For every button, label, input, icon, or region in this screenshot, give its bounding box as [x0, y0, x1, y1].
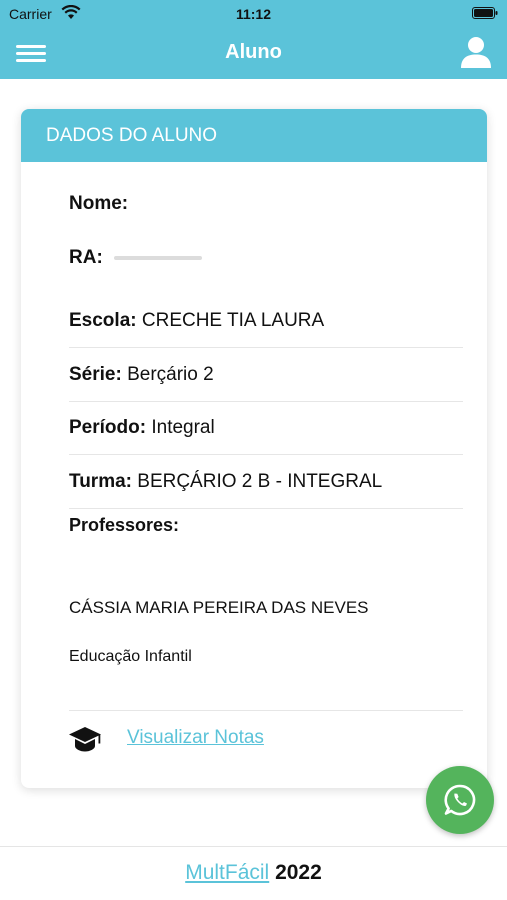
- footer-divider: [0, 846, 507, 847]
- multfacil-link[interactable]: MultFácil: [185, 861, 269, 884]
- periodo-label: Período:: [69, 417, 147, 438]
- turma-label: Turma:: [69, 471, 132, 492]
- whatsapp-button[interactable]: [426, 766, 494, 834]
- card-header: DADOS DO ALUNO: [21, 109, 487, 162]
- footer: MultFácil 2022: [0, 861, 507, 885]
- battery-icon: [472, 7, 498, 19]
- turma-value: BERÇÁRIO 2 B - INTEGRAL: [137, 471, 383, 492]
- serie-field: Série: Berçário 2: [69, 364, 463, 386]
- graduation-cap-icon: [69, 727, 101, 752]
- ra-field: RA:: [69, 247, 463, 269]
- escola-field: Escola: CRECHE TIA LAURA: [69, 310, 463, 332]
- professores-heading: Professores:: [69, 515, 463, 536]
- status-bar: Carrier 11:12: [0, 0, 507, 28]
- professor-name: CÁSSIA MARIA PEREIRA DAS NEVES: [69, 598, 369, 617]
- divider: [69, 347, 463, 348]
- nome-label: Nome:: [69, 193, 129, 214]
- periodo-value: Integral: [151, 417, 215, 438]
- divider: [69, 454, 463, 455]
- whatsapp-icon: [444, 784, 476, 816]
- serie-label: Série:: [69, 364, 122, 385]
- professor-area: Educação Infantil: [69, 648, 192, 665]
- turma-field: Turma: BERÇÁRIO 2 B - INTEGRAL: [69, 471, 463, 493]
- footer-year: 2022: [275, 861, 322, 884]
- ra-label: RA:: [69, 247, 103, 268]
- periodo-field: Período: Integral: [69, 417, 463, 439]
- divider: [69, 508, 463, 509]
- nome-field: Nome:: [69, 193, 463, 215]
- serie-value: Berçário 2: [127, 364, 214, 385]
- student-data-card: DADOS DO ALUNO Nome: RA: Escola: CRECHE …: [21, 109, 487, 788]
- divider: [69, 710, 463, 711]
- professores-label: Professores:: [69, 515, 180, 535]
- escola-label: Escola:: [69, 310, 137, 331]
- nav-bar: Aluno: [0, 28, 507, 79]
- divider: [69, 401, 463, 402]
- status-time: 11:12: [235, 6, 272, 22]
- user-icon[interactable]: [461, 36, 491, 68]
- page-title: Aluno: [225, 41, 282, 63]
- visualizar-notas-link[interactable]: Visualizar Notas: [127, 727, 264, 749]
- ra-value-redacted: [114, 255, 203, 260]
- escola-value: CRECHE TIA LAURA: [141, 310, 325, 331]
